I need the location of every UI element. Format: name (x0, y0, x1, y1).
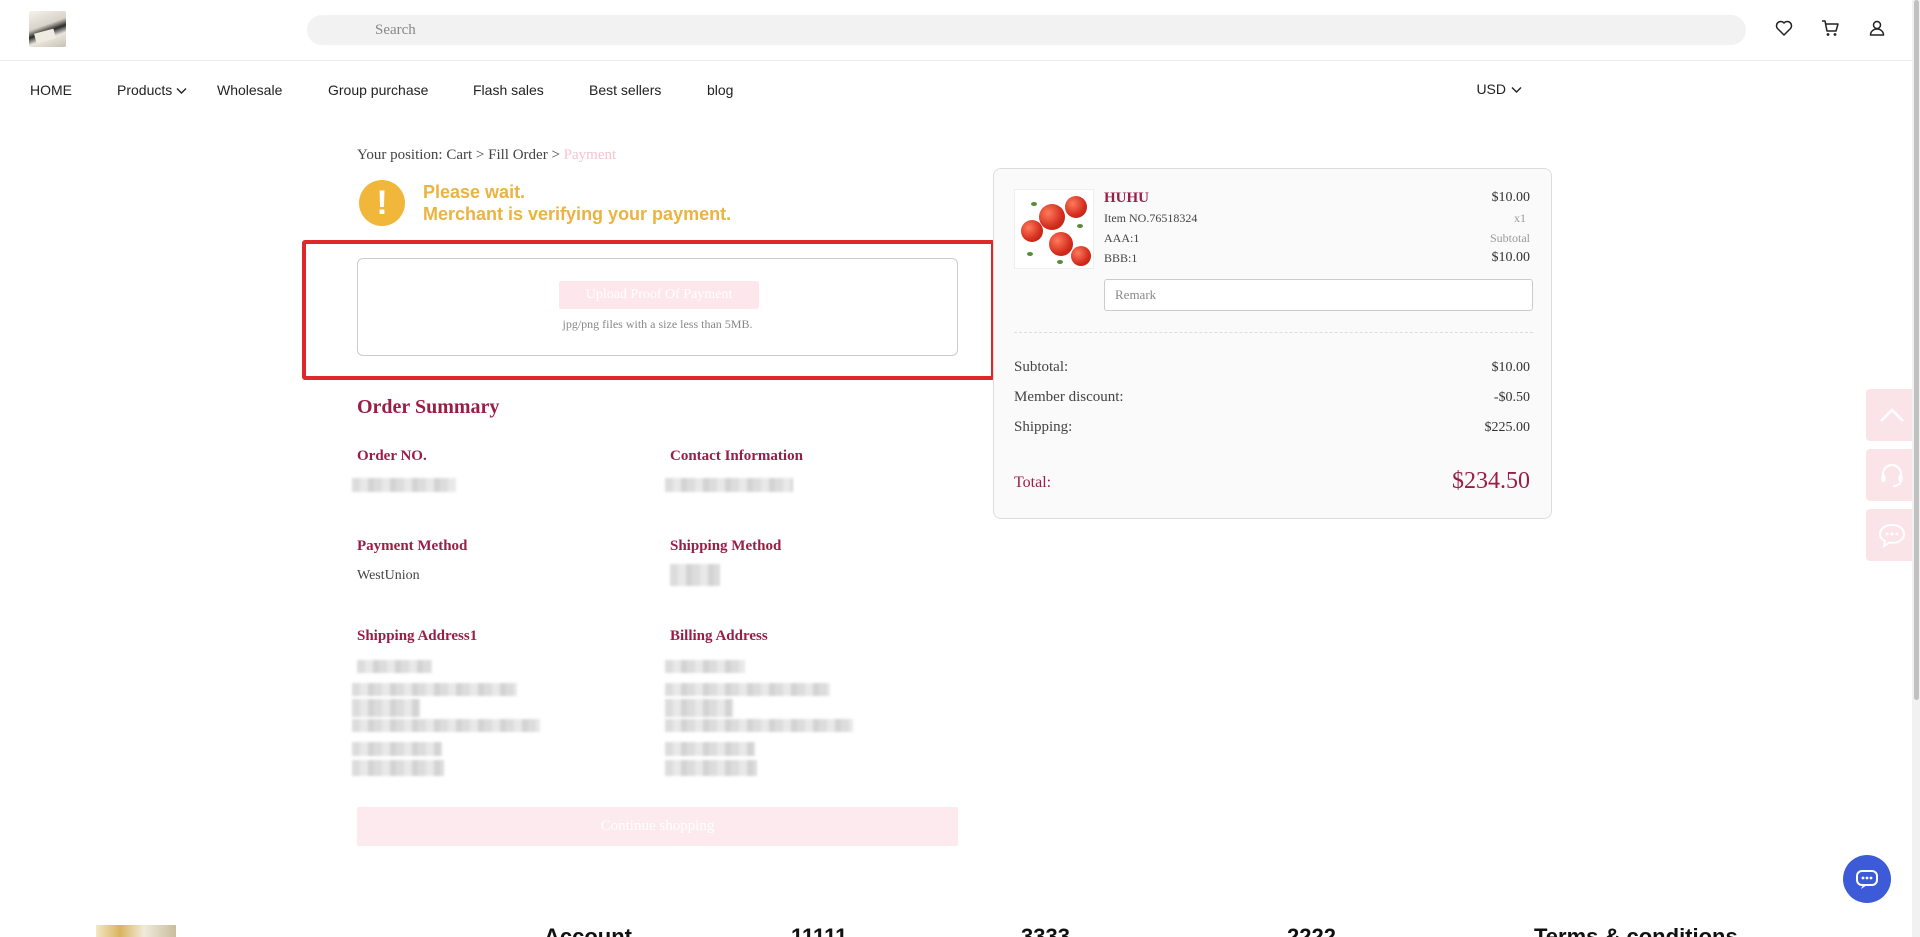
redacted-address-line (665, 742, 755, 756)
nav-item-home[interactable]: HOME (30, 82, 72, 98)
redacted-contact-info (665, 478, 793, 492)
product-image[interactable] (1014, 189, 1094, 269)
site-logo[interactable] (29, 11, 66, 47)
warning-icon: ! (359, 180, 405, 226)
redacted-order-no (352, 478, 456, 492)
product-item-no: Item NO.76518324 (1104, 211, 1198, 225)
nav-item-group-purchase[interactable]: Group purchase (328, 82, 428, 98)
upload-hint: jpg/png files with a size less than 5MB. (562, 317, 753, 331)
member-discount-value: -$0.50 (1493, 390, 1530, 405)
footer-heading: Terms & conditions (1534, 926, 1738, 937)
redacted-address-line (357, 660, 432, 673)
message-button[interactable] (1866, 509, 1918, 561)
redacted-address-line (665, 683, 830, 696)
chevron-down-icon (176, 88, 187, 95)
member-discount-label: Member discount: (1014, 389, 1124, 405)
redacted-address-line (665, 760, 757, 776)
redacted-address-line (352, 760, 444, 776)
cart-icon[interactable] (1820, 18, 1840, 38)
redacted-address-line (665, 719, 853, 732)
redacted-address-line (665, 699, 733, 717)
main-nav: HOME Products Wholesale Group purchase F… (0, 62, 1920, 117)
payment-method-label: Payment Method (357, 538, 468, 554)
redacted-address-line (352, 742, 442, 756)
footer-heading: 11111 (791, 926, 847, 937)
line-subtotal-caption: Subtotal (1489, 231, 1530, 245)
billing-address-label: Billing Address (670, 628, 768, 644)
line-subtotal: $10.00 (1491, 250, 1531, 265)
footer-heading: 2222 (1287, 926, 1336, 937)
scrollbar-thumb[interactable] (1914, 0, 1919, 700)
user-icon[interactable] (1867, 18, 1887, 38)
customer-service-button[interactable] (1866, 449, 1918, 501)
unit-price: $10.00 (1491, 190, 1531, 205)
shipping-method-label: Shipping Method (670, 538, 782, 554)
quantity: x1 (1514, 211, 1526, 225)
redacted-address-line (665, 660, 745, 673)
search-bar[interactable] (307, 15, 1746, 45)
redacted-address-line (352, 683, 517, 696)
breadcrumb-path[interactable]: Your position: Cart > Fill Order > (357, 147, 564, 163)
heart-icon[interactable] (1774, 18, 1794, 38)
redacted-shipping-method (670, 564, 720, 586)
nav-item-flash-sales[interactable]: Flash sales (473, 82, 544, 98)
currency-label: USD (1476, 81, 1506, 97)
message-icon (1878, 523, 1906, 548)
nav-item-products[interactable]: Products (117, 82, 187, 98)
currency-selector[interactable]: USD (1476, 81, 1522, 97)
subtotal-value: $10.00 (1491, 360, 1531, 375)
nav-item-blog[interactable]: blog (707, 82, 733, 98)
shipping-address-label: Shipping Address1 (357, 628, 478, 644)
redacted-address-line (352, 699, 420, 717)
continue-shopping-button[interactable]: Continue shopping (357, 807, 958, 846)
breadcrumb-current: Payment (563, 147, 617, 163)
back-to-top-button[interactable] (1866, 389, 1918, 441)
product-name[interactable]: HUHU (1104, 190, 1149, 207)
order-cart-panel: HUHU Item NO.76518324 AAA:1 BBB:1 $10.00… (993, 168, 1552, 519)
payment-method-value: WestUnion (357, 568, 420, 583)
footer-heading: Account (544, 926, 632, 937)
total-value: $234.50 (1452, 468, 1530, 494)
shipping-label: Shipping: (1014, 419, 1073, 435)
contact-info-label: Contact Information (670, 448, 803, 464)
order-no-label: Order NO. (357, 448, 427, 464)
chevron-down-icon (1511, 87, 1522, 94)
order-summary-title: Order Summary (357, 396, 500, 418)
nav-item-wholesale[interactable]: Wholesale (217, 82, 282, 98)
arrow-up-icon (1880, 408, 1904, 422)
total-label: Total: (1014, 474, 1052, 491)
divider (1014, 332, 1533, 333)
product-attr: BBB:1 (1104, 251, 1138, 265)
payment-status-message: Please wait. Merchant is verifying your … (423, 181, 731, 225)
breadcrumb: Your position: Cart > Fill Order > Payme… (357, 147, 616, 164)
footer-logo[interactable] (96, 925, 176, 937)
product-attr: AAA:1 (1104, 231, 1140, 245)
nav-item-best-sellers[interactable]: Best sellers (589, 82, 661, 98)
upload-proof-button[interactable]: Upload Proof Of Payment (559, 281, 759, 309)
search-input[interactable] (307, 15, 1746, 45)
headset-icon (1881, 463, 1903, 487)
chat-icon (1856, 870, 1878, 889)
remark-input[interactable] (1104, 279, 1533, 311)
shipping-value: $225.00 (1484, 420, 1531, 435)
status-line-2: Merchant is verifying your payment. (423, 204, 732, 224)
live-chat-button[interactable] (1843, 855, 1891, 903)
redacted-address-line (352, 719, 540, 732)
footer-heading: 3333 (1021, 926, 1070, 937)
upload-proof-area: Upload Proof Of Payment jpg/png files wi… (357, 258, 958, 356)
nav-item-label: Products (117, 82, 173, 98)
subtotal-label: Subtotal: (1014, 359, 1069, 375)
status-line-1: Please wait. (423, 182, 526, 202)
header (0, 0, 1920, 61)
